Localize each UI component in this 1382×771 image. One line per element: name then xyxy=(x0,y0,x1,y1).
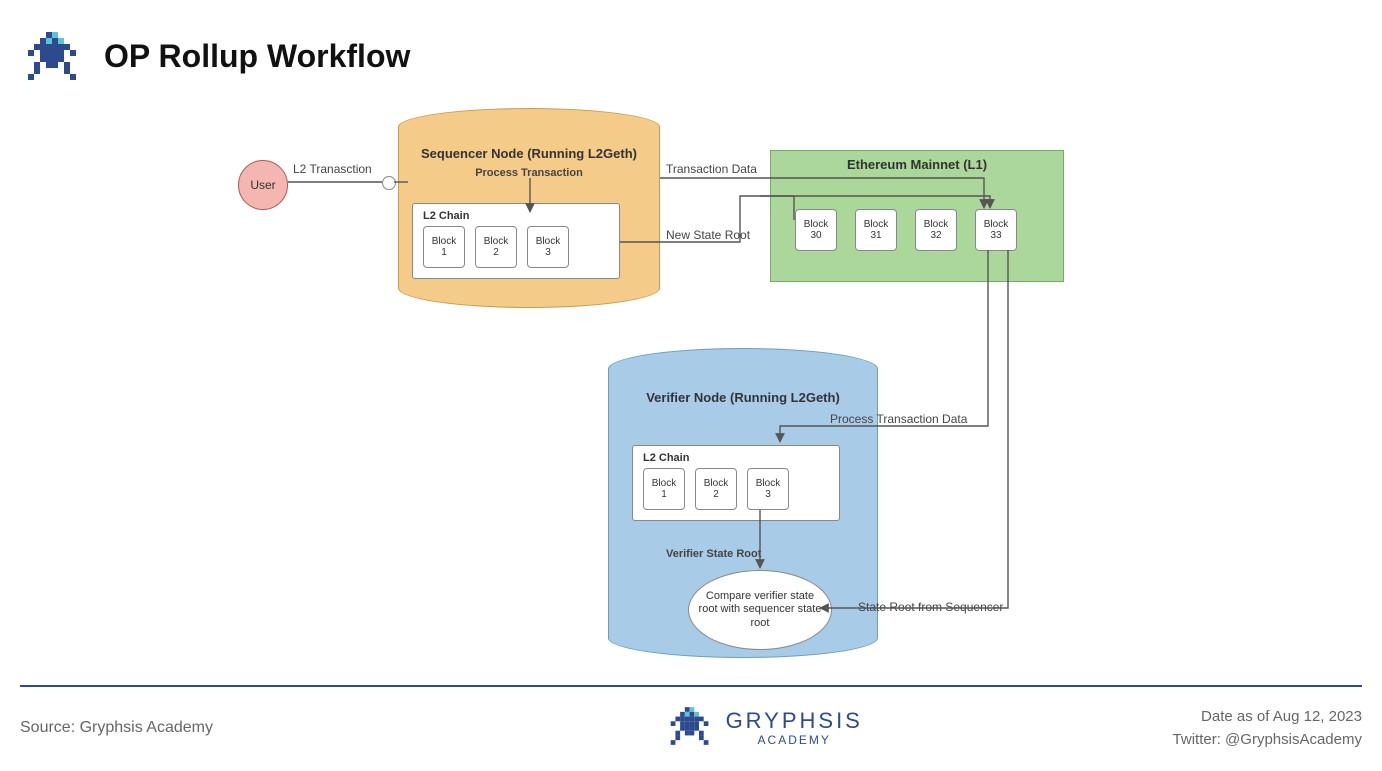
brand-name: GRYPHSIS xyxy=(726,710,863,732)
sequencer-node: Sequencer Node (Running L2Geth) Process … xyxy=(398,108,660,308)
l1-block-33: Block33 xyxy=(975,209,1017,251)
gryphsis-logo-small-icon xyxy=(668,704,712,753)
slide-title: OP Rollup Workflow xyxy=(104,38,410,75)
ver-block-1: Block1 xyxy=(643,468,685,510)
compare-node: Compare verifier state root with sequenc… xyxy=(688,570,832,650)
verifier-l2-chain: L2 Chain Block1 Block2 Block3 xyxy=(632,445,840,521)
ethereum-mainnet: Ethereum Mainnet (L1) Block30 Block31 Bl… xyxy=(770,150,1064,282)
source-text: Source: Gryphsis Academy xyxy=(20,719,213,737)
seq-block-1: Block1 xyxy=(423,226,465,268)
sequencer-title: Sequencer Node (Running L2Geth) xyxy=(412,146,646,161)
user-node: User xyxy=(238,160,288,210)
seq-block-3: Block3 xyxy=(527,226,569,268)
edge-transaction-data: Transaction Data xyxy=(666,162,757,176)
edge-state-root-from-sequencer: State Root from Sequencer xyxy=(858,600,1003,614)
edge-l2-transaction: L2 Tranasction xyxy=(293,162,372,176)
ver-block-3: Block3 xyxy=(747,468,789,510)
edge-process-transaction-data: Process Transaction Data xyxy=(830,412,967,426)
twitter-text: Twitter: @GryphsisAcademy xyxy=(1173,731,1362,748)
ver-block-2: Block2 xyxy=(695,468,737,510)
seq-block-2: Block2 xyxy=(475,226,517,268)
l1-block-31: Block31 xyxy=(855,209,897,251)
user-label: User xyxy=(250,178,275,192)
date-text: Date as of Aug 12, 2023 xyxy=(1201,708,1362,725)
l2-chain-label: L2 Chain xyxy=(423,210,609,222)
l2-chain-label-2: L2 Chain xyxy=(643,452,829,464)
compare-label: Compare verifier state root with sequenc… xyxy=(695,590,825,630)
process-transaction-label: Process Transaction xyxy=(412,167,646,179)
connector-dot xyxy=(382,176,396,190)
l1-title: Ethereum Mainnet (L1) xyxy=(771,157,1063,172)
sequencer-l2-chain: L2 Chain Block1 Block2 Block3 xyxy=(412,203,620,279)
verifier-title: Verifier Node (Running L2Geth) xyxy=(622,390,864,405)
gryphsis-logo-icon xyxy=(24,28,80,84)
l1-block-32: Block32 xyxy=(915,209,957,251)
edge-new-state-root: New State Root xyxy=(666,228,750,242)
l1-block-30: Block30 xyxy=(795,209,837,251)
brand-block: GRYPHSIS ACADEMY xyxy=(668,704,863,753)
edge-verifier-state-root: Verifier State Root xyxy=(666,548,761,560)
footer-divider xyxy=(20,685,1362,687)
brand-academy: ACADEMY xyxy=(758,734,831,746)
workflow-diagram: User L2 Tranasction Sequencer Node (Runn… xyxy=(230,100,1130,670)
